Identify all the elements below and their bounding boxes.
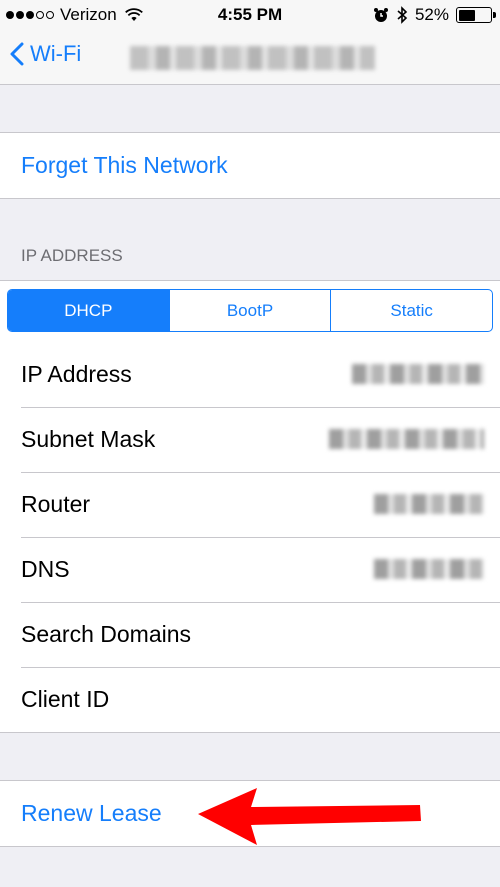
bluetooth-icon <box>397 6 408 24</box>
alarm-icon <box>373 8 388 22</box>
search-domains-row[interactable]: Search Domains <box>0 602 500 667</box>
subnet-mask-row: Subnet Mask <box>0 407 500 472</box>
red-arrow-annotation <box>198 788 421 845</box>
segment-dhcp[interactable]: DHCP <box>8 290 169 331</box>
nav-bar: Wi-Fi <box>0 30 500 85</box>
ip-address-label: IP Address <box>21 361 132 387</box>
renew-lease-label: Renew Lease <box>21 800 162 826</box>
router-row: Router <box>0 472 500 537</box>
search-domains-label: Search Domains <box>21 621 192 647</box>
segment-static[interactable]: Static <box>330 290 492 331</box>
ip-address-section-header: IP ADDRESS <box>21 246 123 265</box>
network-name-redacted <box>130 46 375 70</box>
segment-bootp[interactable]: BootP <box>168 290 331 331</box>
forget-network-label: Forget This Network <box>21 152 228 178</box>
status-bar: Verizon 4:55 PM 52% <box>0 0 500 30</box>
chevron-left-icon <box>10 42 24 66</box>
status-right: 52% <box>373 5 496 25</box>
dns-value-redacted <box>374 559 484 579</box>
ip-address-row: IP Address <box>0 342 500 407</box>
dns-label: DNS <box>21 556 70 582</box>
subnet-mask-label: Subnet Mask <box>21 426 156 452</box>
client-id-label: Client ID <box>21 686 110 712</box>
forget-network-group: Forget This Network <box>0 132 500 199</box>
router-value-redacted <box>374 494 484 514</box>
ip-mode-segmented-control[interactable]: DHCP BootP Static <box>7 289 493 332</box>
battery-icon <box>456 7 496 23</box>
battery-tip <box>493 12 496 18</box>
ip-address-value-redacted <box>352 364 484 384</box>
dns-row: DNS <box>0 537 500 602</box>
client-id-row[interactable]: Client ID <box>0 667 500 732</box>
forget-network-button[interactable]: Forget This Network <box>0 133 500 198</box>
battery-fill <box>458 9 475 21</box>
battery-percent: 52% <box>414 5 449 24</box>
back-label: Wi-Fi <box>30 41 82 66</box>
ip-details-group: IP Address Subnet Mask Router DNS Search… <box>0 342 500 733</box>
back-button[interactable]: Wi-Fi <box>10 41 81 67</box>
router-label: Router <box>21 491 91 517</box>
subnet-mask-value-redacted <box>329 429 484 449</box>
